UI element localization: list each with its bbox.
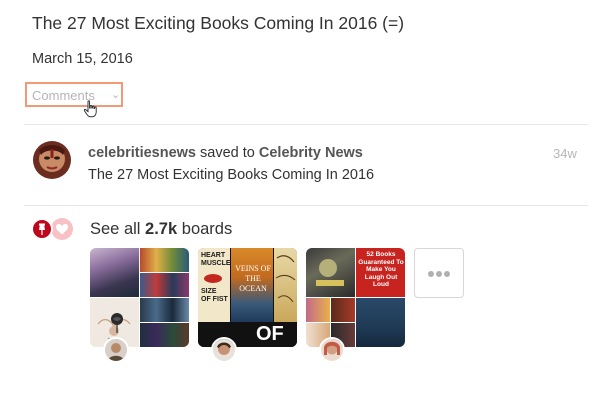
boards-count: 2.7k [145,220,178,238]
activity-pin-title: The 27 Most Exciting Books Coming In 201… [88,167,375,183]
book-cover-text: VEINS OF THE OCEAN [235,264,271,293]
avatar[interactable] [103,337,129,363]
activity-board-link[interactable]: Celebrity News [259,145,363,161]
board-cover-image [356,298,405,347]
chevron-down-icon: ⌄ [111,89,121,101]
book-cover-text: 52 Books Guaranteed To Make You Laugh Ou… [358,251,404,288]
more-boards-button[interactable] [414,248,464,298]
board-cover-image [140,323,189,347]
book-cover-text: SIZE OF FIST [201,288,228,303]
board-cover-image [331,298,355,322]
board-cover-image [140,273,189,297]
comments-toggle[interactable]: Comments ⌄ [25,82,123,107]
board-cover-image [90,248,139,297]
heart-icon [51,218,73,240]
see-all-suffix: boards [181,220,233,238]
divider [24,205,588,206]
pin-title: The 27 Most Exciting Books Coming In 201… [32,13,405,33]
board-thumbnail[interactable] [90,248,189,347]
book-cover-text: OF [256,323,284,345]
board-thumbnail[interactable]: 52 Books Guaranteed To Make You Laugh Ou… [306,248,405,347]
avatar[interactable] [319,337,345,363]
book-cover-text: HEART MUSCLE [201,252,231,267]
board-cover-image [306,248,355,297]
board-cover-image [140,248,189,272]
pin-date: March 15, 2016 [32,51,133,67]
rose-icon [111,313,123,333]
board-cover-image: VEINS OF THE OCEAN [231,248,273,322]
eye-icon [204,274,222,283]
hand-cursor-icon [83,100,97,118]
board-cover-image: HEART MUSCLE SIZE OF FIST [198,248,231,322]
activity-user-link[interactable]: celebritiesnews [88,145,196,161]
activity-timestamp: 34w [553,146,577,161]
board-cover-image [274,248,297,322]
activity-action: saved to [200,145,255,161]
board-thumbnail[interactable]: HEART MUSCLE SIZE OF FIST VEINS OF THE O… [198,248,297,347]
divider [24,124,588,125]
avatar[interactable] [211,337,237,363]
board-cover-image [140,298,189,322]
see-all-prefix: See all [90,220,141,238]
see-all-boards-link[interactable]: See all 2.7k boards [90,220,232,239]
activity-line: celebritiesnews saved to Celebrity News [88,145,363,161]
board-cover-image: 52 Books Guaranteed To Make You Laugh Ou… [356,248,405,297]
board-cover-image [306,298,330,322]
avatar[interactable] [33,141,71,179]
pushpin-icon [31,218,53,240]
